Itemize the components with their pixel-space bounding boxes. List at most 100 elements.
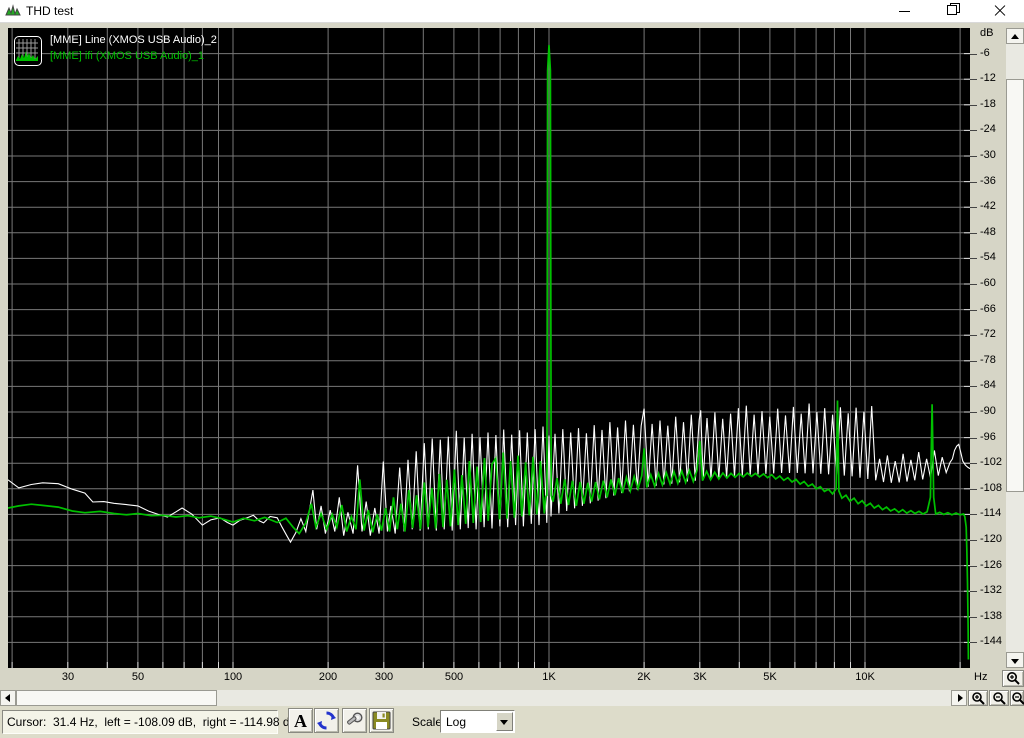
spectrum-plot[interactable]: [MME] Line (XMOS USB Audio)_2 [MME] ifi … xyxy=(8,28,970,668)
scale-selected-value: Log xyxy=(446,715,467,729)
y-tick-mark xyxy=(970,54,977,55)
y-tick-label: -126 xyxy=(980,559,1003,571)
y-tick-label: -96 xyxy=(980,431,996,443)
save-button[interactable] xyxy=(369,708,394,733)
y-tick-mark xyxy=(970,412,977,413)
scroll-left-button[interactable] xyxy=(0,690,16,706)
vertical-scrollbar[interactable] xyxy=(1006,28,1024,668)
x-tick-label: 100 xyxy=(223,671,243,683)
y-tick-label: -30 xyxy=(980,149,996,161)
y-tick-label: -102 xyxy=(980,456,1003,468)
y-tick-label: -66 xyxy=(980,303,996,315)
font-icon: A xyxy=(294,710,307,731)
x-tick-label: 300 xyxy=(374,671,394,683)
y-tick-mark xyxy=(970,489,977,490)
x-tick-label: 1K xyxy=(542,671,556,683)
minimize-button[interactable] xyxy=(890,0,920,22)
y-tick-mark xyxy=(970,642,977,643)
y-tick-mark xyxy=(970,514,977,515)
y-tick-label: -60 xyxy=(980,277,996,289)
magnifier-minus-icon xyxy=(993,692,1006,705)
minimize-icon xyxy=(899,11,910,12)
horizontal-scroll-thumb[interactable] xyxy=(16,690,217,706)
y-tick-label: -78 xyxy=(980,354,996,366)
y-tick-label: -12 xyxy=(980,72,996,84)
x-axis-strip: 30 50 100 200 300 500 1K 2K 3K 5K 10K xyxy=(0,668,970,690)
refresh-icon xyxy=(317,711,336,730)
y-tick-mark xyxy=(970,591,977,592)
scale-label: Scale xyxy=(412,715,443,729)
y-tick-mark xyxy=(970,438,977,439)
horizontal-scrollbar[interactable] xyxy=(0,690,967,706)
close-button[interactable] xyxy=(985,0,1015,22)
x-axis-unit: Hz xyxy=(974,671,988,683)
y-tick-label: -144 xyxy=(980,635,1003,647)
y-tick-label: -24 xyxy=(980,123,996,135)
y-tick-label: -18 xyxy=(980,98,996,110)
zoom-in-y-button[interactable] xyxy=(1002,670,1024,687)
refresh-button[interactable] xyxy=(314,708,339,733)
magnifier-plus-icon xyxy=(972,692,985,705)
y-tick-label: -120 xyxy=(980,533,1003,545)
dropdown-arrow-button[interactable] xyxy=(496,712,513,731)
y-axis-strip: dB -6 -12 -18 -24 -30 -36 -42 -48 -54 -60 -66 -72 -7… xyxy=(970,27,1006,668)
zoom-out-y-button[interactable] xyxy=(1010,690,1024,706)
y-tick-mark xyxy=(970,310,977,311)
legend-toggle-button[interactable] xyxy=(14,36,42,66)
arrow-down-icon xyxy=(1011,659,1019,664)
font-button[interactable]: A xyxy=(288,708,313,733)
y-tick-mark xyxy=(970,258,977,259)
y-tick-label: -42 xyxy=(980,200,996,212)
y-tick-mark xyxy=(970,79,977,80)
y-tick-mark xyxy=(970,233,977,234)
y-tick-mark xyxy=(970,130,977,131)
spectrum-svg xyxy=(8,28,970,668)
magnifier-minus-icon xyxy=(1012,692,1024,705)
y-tick-mark xyxy=(970,566,977,567)
scroll-up-button[interactable] xyxy=(1006,28,1024,44)
app-icon xyxy=(5,4,21,18)
y-axis-unit: dB xyxy=(980,27,994,39)
x-tick-label: 10K xyxy=(855,671,875,683)
y-tick-label: -6 xyxy=(980,47,990,59)
y-tick-label: -114 xyxy=(980,507,1002,519)
arrow-left-icon xyxy=(5,694,10,702)
arrow-right-icon xyxy=(958,694,963,702)
y-tick-label: -72 xyxy=(980,328,996,340)
vertical-scroll-thumb[interactable] xyxy=(1006,79,1024,492)
x-tick-label: 3K xyxy=(693,671,707,683)
bottom-toolbar: Cursor: 31.4 Hz, left = -108.09 dB, righ… xyxy=(0,706,1024,738)
y-tick-mark xyxy=(970,540,977,541)
legend-series-2: [MME] ifi (XMOS USB Audio)_1 xyxy=(50,50,205,62)
title-bar: THD test xyxy=(0,0,1024,23)
chevron-down-icon xyxy=(500,720,508,725)
scale-dropdown[interactable]: Log xyxy=(440,710,515,733)
x-tick-label: 200 xyxy=(318,671,338,683)
scroll-down-button[interactable] xyxy=(1006,652,1024,668)
cursor-readout: Cursor: 31.4 Hz, left = -108.09 dB, righ… xyxy=(7,715,298,729)
y-tick-label: -108 xyxy=(980,482,1003,494)
x-tick-label: 2K xyxy=(637,671,651,683)
arrow-up-icon xyxy=(1011,34,1019,39)
y-tick-label: -84 xyxy=(980,379,996,391)
y-tick-mark xyxy=(970,463,977,464)
magnifier-plus-icon xyxy=(1007,672,1020,685)
y-tick-mark xyxy=(970,156,977,157)
y-tick-mark xyxy=(970,182,977,183)
y-tick-label: -90 xyxy=(980,405,996,417)
zoom-in-x-button[interactable] xyxy=(968,690,988,706)
y-tick-label: -36 xyxy=(980,175,996,187)
scroll-right-button[interactable] xyxy=(951,690,967,706)
zoom-out-x-button[interactable] xyxy=(989,690,1009,706)
zoom-dialog-button[interactable] xyxy=(342,708,367,733)
cursor-status-panel: Cursor: 31.4 Hz, left = -108.09 dB, righ… xyxy=(2,710,298,734)
x-tick-label: 500 xyxy=(444,671,464,683)
y-tick-mark xyxy=(970,284,977,285)
y-tick-label: -54 xyxy=(980,251,996,263)
y-tick-label: -138 xyxy=(980,610,1003,622)
spectrum-grid-icon xyxy=(16,39,38,61)
restore-button[interactable] xyxy=(937,0,967,22)
y-tick-mark xyxy=(970,617,977,618)
legend-series-1: [MME] Line (XMOS USB Audio)_2 xyxy=(50,34,217,46)
floppy-disk-icon xyxy=(372,711,391,730)
